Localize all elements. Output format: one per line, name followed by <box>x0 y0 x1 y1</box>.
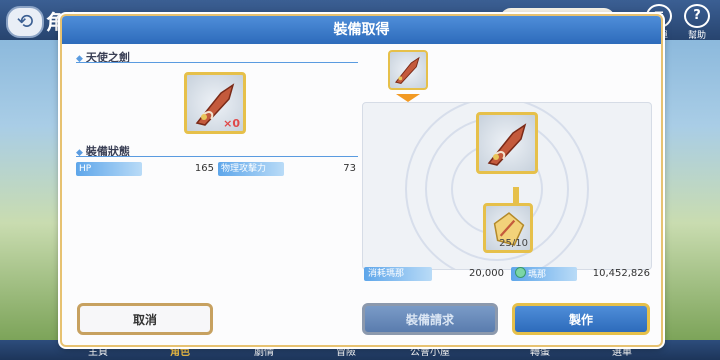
divider <box>76 156 358 157</box>
mana-value: 10,452,826 <box>592 268 650 279</box>
fragment-slot[interactable]: 25/10 <box>483 203 533 253</box>
target-item-slot[interactable] <box>388 50 428 90</box>
item-icon-slot[interactable]: ×0 <box>184 72 246 134</box>
arrow-down-icon <box>396 94 420 102</box>
stat-value-atk: 73 <box>343 163 356 174</box>
cost-value: 20,000 <box>469 268 504 279</box>
mana-label: 瑪那 <box>511 267 577 281</box>
item-quantity: ×0 <box>223 117 240 130</box>
equipment-request-button[interactable]: 裝備請求 <box>362 303 498 335</box>
sword-icon <box>487 123 527 166</box>
stat-label-atk: 物理攻擊力 <box>218 162 284 176</box>
dialog-title: 裝備取得 <box>62 16 661 44</box>
craft-button[interactable]: 製作 <box>512 303 650 335</box>
mana-label-text: 瑪那 <box>528 270 547 280</box>
recipe-connector <box>513 187 519 203</box>
help-label: 幫助 <box>687 31 706 41</box>
sword-icon <box>394 56 420 84</box>
stat-value-hp: 165 <box>194 163 214 174</box>
back-button[interactable]: ⟲ <box>6 6 44 38</box>
cancel-button[interactable]: 取消 <box>77 303 213 335</box>
help-top-button[interactable]: ? 幫助 <box>680 4 714 41</box>
divider <box>76 62 358 63</box>
help-icon: ? <box>684 4 710 28</box>
fragment-progress: 25/10 <box>499 238 528 249</box>
equipment-dialog: 裝備取得 ◆ 天使之劍 ×0 ◆ 裝備狀態 HP 165 物理攻擊力 73 25… <box>60 14 663 347</box>
mana-icon <box>515 267 526 278</box>
cost-label: 消耗瑪那 <box>364 267 432 281</box>
stat-label-hp: HP <box>76 162 142 176</box>
crafted-item-slot[interactable] <box>476 112 538 174</box>
